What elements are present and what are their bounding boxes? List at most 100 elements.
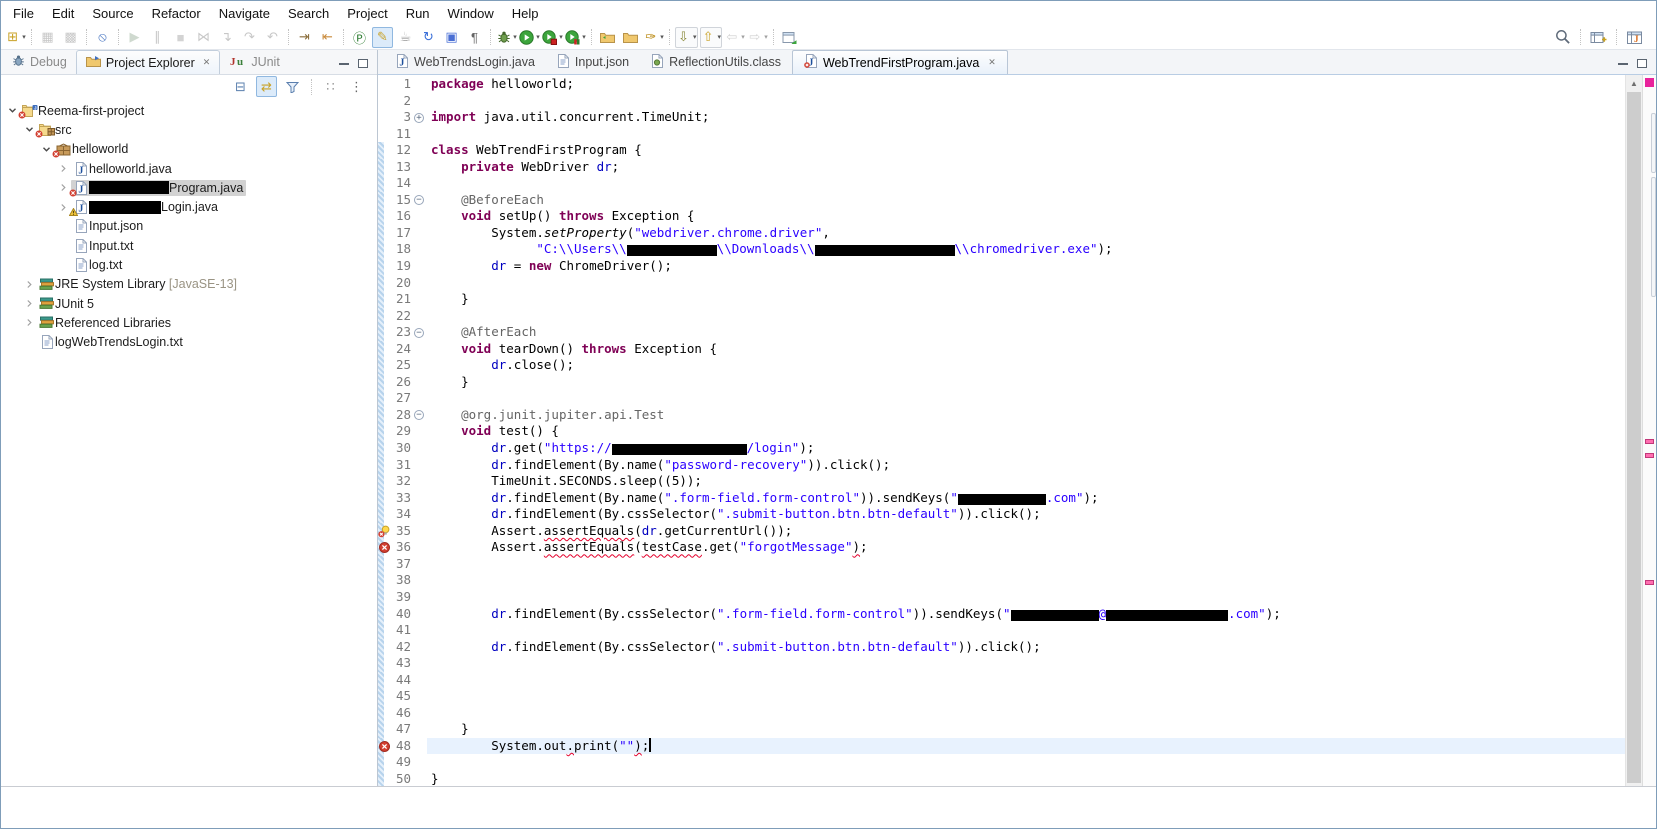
tree-item-helloworld-java[interactable]: Jhelloworld.java (1, 159, 377, 178)
code-line-47[interactable]: 47 } (378, 721, 1625, 738)
minimize-icon[interactable] (1618, 62, 1628, 65)
code-line-23[interactable]: 23− @AfterEach (378, 324, 1625, 341)
close-icon[interactable]: ✕ (203, 57, 211, 68)
menu-file[interactable]: File (4, 3, 43, 24)
error-marker-icon[interactable] (378, 737, 391, 755)
code-line-28[interactable]: 28− @org.junit.jupiter.api.Test (378, 406, 1625, 424)
tree-item-reema-first-project[interactable]: J Reema-first-project (1, 101, 377, 120)
code-line-21[interactable]: 21 } (378, 291, 1625, 308)
code-area[interactable]: 1 package helloworld; 2 3 + import java.util.… (378, 75, 1625, 786)
code-line-17[interactable]: 17 System.setProperty("webdriver.chrome.… (378, 224, 1625, 242)
minimized-view-trim[interactable] (1651, 177, 1656, 297)
filter-button[interactable] (282, 76, 303, 97)
code-line-11[interactable]: 11 (378, 126, 1625, 143)
view-menu-button[interactable]: ⋮ (346, 76, 367, 97)
code-line-14[interactable]: 14 (378, 175, 1625, 192)
error-overview-mark-line-36[interactable] (1645, 453, 1654, 458)
refresh-project-button[interactable]: ↻ (418, 27, 439, 48)
fold-mark[interactable]: − (414, 327, 424, 338)
code-line-2[interactable]: 2 (378, 93, 1625, 110)
editor-tab-reflectionutils-class[interactable]: ReflectionUtils.class (640, 50, 792, 74)
run-button[interactable]: ▾ (519, 27, 540, 48)
annotate-dropdown[interactable]: ▾ (660, 33, 664, 41)
fold-mark[interactable]: + (414, 112, 424, 123)
code-line-39[interactable]: 39 (378, 588, 1625, 606)
debug-dropdown[interactable]: ▾ (513, 33, 517, 41)
code-line-24[interactable]: 24 void tearDown() throws Exception { (378, 340, 1625, 358)
code-line-44[interactable]: 44 (378, 671, 1625, 689)
coverage-button[interactable]: ▾ (542, 27, 563, 48)
maximize-icon[interactable] (358, 59, 368, 68)
menu-navigate[interactable]: Navigate (210, 3, 279, 24)
error-overview-mark-line-35[interactable] (1645, 439, 1654, 444)
view-tab-project-explorer[interactable]: Project Explorer ✕ (75, 50, 221, 74)
code-line-1[interactable]: 1 package helloworld; (378, 76, 1625, 93)
code-line-35[interactable]: 35 Assert.assertEquals(dr.getCurrentUrl(… (378, 522, 1625, 540)
maximize-icon[interactable] (1637, 59, 1647, 68)
tree-item-logwebtrendslogin-txt[interactable]: logWebTrendsLogin.txt (1, 333, 377, 352)
chevron-right-icon[interactable] (56, 164, 71, 173)
fold-mark[interactable]: − (414, 410, 424, 421)
java-perspective-button[interactable]: J (1624, 27, 1645, 48)
skip-all-breakpoints-button[interactable]: ⦸ (92, 27, 113, 48)
open-task-button[interactable] (597, 27, 618, 48)
debug-button[interactable]: ▾ (496, 27, 517, 48)
code-line-29[interactable]: 29 void test() { (378, 423, 1625, 440)
profile-dropdown[interactable]: ▾ (582, 33, 586, 41)
open-type-button[interactable]: ▣ (441, 27, 462, 48)
next-edit-location-dropdown[interactable]: ▾ (718, 33, 722, 41)
run-dropdown[interactable]: ▾ (536, 33, 540, 41)
code-line-50[interactable]: 50} (378, 770, 1625, 786)
editor-tab-input-json[interactable]: Input.json (546, 50, 640, 74)
next-edit-location-button[interactable]: ⇧ ▾ (699, 26, 723, 48)
code-line-49[interactable]: 49 (378, 754, 1625, 771)
editor-tab-webtrendfirstprogram-java[interactable]: J WebTrendFirstProgram.java ✕ (791, 50, 1008, 74)
fold-collapse-icon[interactable]: − (412, 324, 427, 341)
code-line-40[interactable]: 40 dr.findElement(By.cssSelector(".form-… (378, 605, 1625, 623)
collapse-all-button[interactable]: ⊟ (230, 76, 251, 97)
close-icon[interactable]: ✕ (988, 57, 996, 68)
tree-item-program-java[interactable]: J Program.java (1, 178, 377, 197)
tree-item-input-txt[interactable]: Input.txt (1, 236, 377, 255)
menu-edit[interactable]: Edit (43, 3, 83, 24)
minimize-icon[interactable] (339, 62, 349, 65)
forward-dropdown[interactable]: ▾ (764, 33, 768, 41)
code-line-46[interactable]: 46 (378, 704, 1625, 722)
coverage-dropdown[interactable]: ▾ (559, 33, 563, 41)
profile-button[interactable]: ▾ (565, 27, 586, 48)
view-tab-debug[interactable]: Debug (3, 50, 76, 74)
code-line-30[interactable]: 30 dr.get("https:// /login"); (378, 440, 1625, 457)
search-button[interactable] (1552, 27, 1573, 48)
code-line-33[interactable]: 33 dr.findElement(By.name(".form-field.f… (378, 489, 1625, 507)
last-edit-location-button[interactable]: ⇩ ▾ (675, 26, 698, 48)
code-line-3[interactable]: 3 + import java.util.concurrent.TimeUnit; (378, 109, 1625, 126)
code-line-22[interactable]: 22 (378, 307, 1625, 325)
mark-occurrences-button[interactable]: ✎ (372, 26, 393, 48)
quickfix-error-icon[interactable] (378, 522, 391, 540)
tree-item-log-txt[interactable]: log.txt (1, 255, 377, 274)
code-line-31[interactable]: 31 dr.findElement(By.name("password-reco… (378, 456, 1625, 474)
code-line-18[interactable]: 18 "C:\\Users\\ \\Downloads\\ \\chromedriv… (378, 241, 1625, 258)
fold-expand-icon[interactable]: + (412, 109, 427, 126)
tree-item-input-json[interactable]: Input.json (1, 217, 377, 236)
tree-item-login-java[interactable]: J Login.java (1, 197, 377, 217)
chevron-right-icon[interactable] (22, 299, 37, 308)
tree-item-helloworld[interactable]: helloworld (1, 140, 377, 159)
tree-item-src[interactable]: src (1, 120, 377, 139)
fold-mark[interactable]: − (414, 195, 424, 206)
project-tree[interactable]: J Reema-first-project src helloworld Jhellow… (1, 98, 377, 786)
new-wizard-dropdown[interactable]: ▾ (22, 33, 26, 41)
code-line-36[interactable]: 36 Assert.assertEquals(testCase.get("for… (378, 539, 1625, 556)
chevron-right-icon[interactable] (22, 280, 37, 289)
code-line-42[interactable]: 42 dr.findElement(By.cssSelector(".submi… (378, 638, 1625, 656)
chevron-right-icon[interactable] (22, 318, 37, 327)
code-line-20[interactable]: 20 (378, 274, 1625, 292)
scrollbar-thumb[interactable] (1627, 92, 1641, 783)
menu-window[interactable]: Window (439, 3, 503, 24)
link-with-editor-button[interactable]: ⇄ (256, 76, 277, 97)
tree-item-junit-5[interactable]: JUnit 5 (1, 294, 377, 313)
previous-annotation-button[interactable]: ⇤ (317, 27, 338, 48)
pin-editor-button[interactable] (779, 27, 800, 48)
error-overview-mark-line-48[interactable] (1645, 580, 1654, 585)
open-resource-button[interactable] (620, 27, 641, 48)
